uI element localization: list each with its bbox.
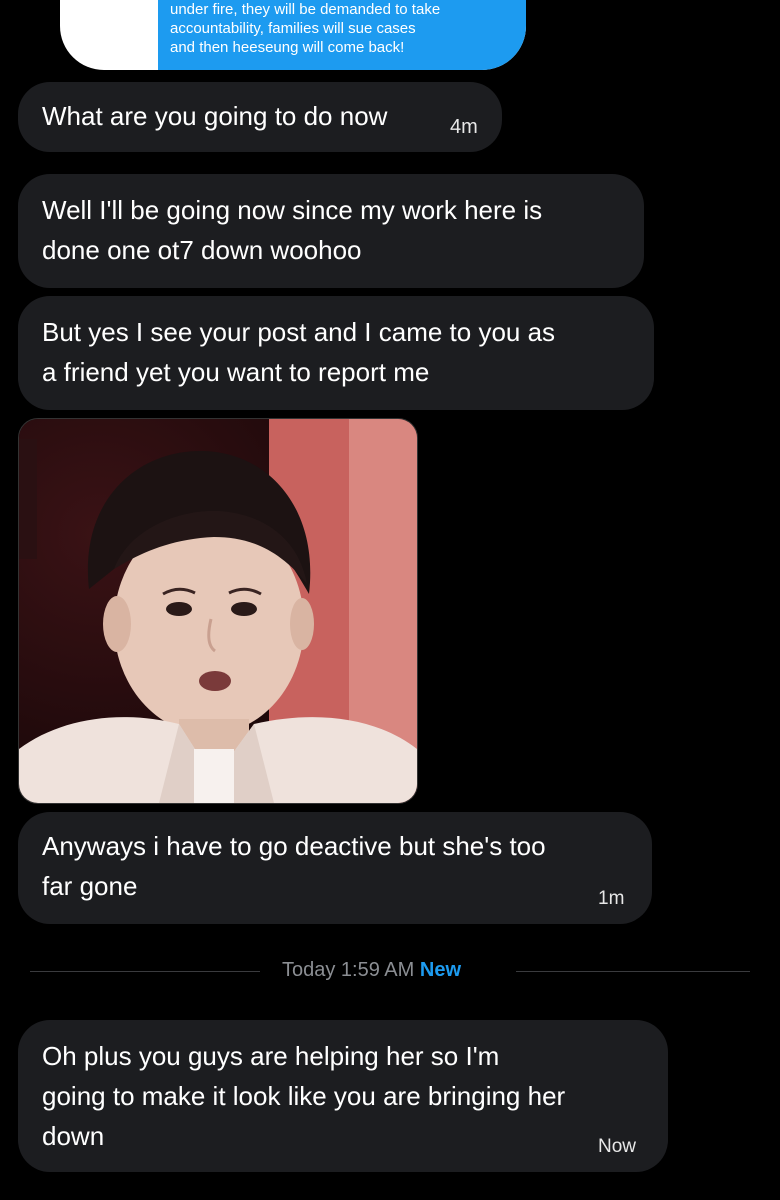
message-timestamp: 1m bbox=[598, 888, 625, 909]
divider-time: Today 1:59 AM bbox=[282, 959, 415, 981]
message-text: going to make it look like you are bring… bbox=[42, 1081, 566, 1111]
message-bubble[interactable]: But yes I see your post and I came to yo… bbox=[18, 296, 654, 410]
divider-line bbox=[30, 971, 260, 972]
date-divider-label: Today 1:59 AM New bbox=[282, 959, 461, 982]
message-timestamp: Now bbox=[598, 1136, 637, 1157]
person-photo bbox=[19, 419, 417, 803]
message-text: But yes I see your post and I came to yo… bbox=[42, 317, 556, 347]
gif-attachment[interactable] bbox=[18, 418, 418, 804]
message-text: Anyways i have to go deactive but she's … bbox=[42, 831, 546, 861]
divider-line bbox=[516, 971, 750, 972]
quoted-message-text: under fire, they will be demanded to tak… bbox=[170, 0, 510, 57]
quoted-line: under fire, they will be demanded to tak… bbox=[170, 1, 441, 18]
quoted-message-card[interactable]: under fire, they will be demanded to tak… bbox=[60, 0, 526, 70]
quoted-message-bubble: under fire, they will be demanded to tak… bbox=[158, 0, 526, 70]
message-bubble[interactable]: Well I'll be going now since my work her… bbox=[18, 174, 644, 288]
message-text: done one ot7 down woohoo bbox=[42, 235, 362, 265]
message-text: What are you going to do now bbox=[42, 101, 388, 131]
new-badge: New bbox=[419, 959, 461, 981]
message-bubble[interactable]: Anyways i have to go deactive but she's … bbox=[18, 812, 652, 924]
message-text: down bbox=[42, 1121, 105, 1151]
message-text: far gone bbox=[42, 871, 138, 901]
message-bubble[interactable]: What are you going to do now 4m bbox=[18, 82, 502, 152]
message-timestamp: 4m bbox=[450, 116, 478, 138]
message-text: Oh plus you guys are helping her so I'm bbox=[42, 1041, 500, 1071]
message-text: Well I'll be going now since my work her… bbox=[42, 195, 543, 225]
quoted-line: and then heeseung will come back! bbox=[170, 39, 405, 56]
message-bubble[interactable]: Oh plus you guys are helping her so I'm … bbox=[18, 1020, 668, 1172]
message-text: a friend yet you want to report me bbox=[42, 357, 430, 387]
quoted-line: accountability, families will sue cases bbox=[170, 20, 416, 37]
